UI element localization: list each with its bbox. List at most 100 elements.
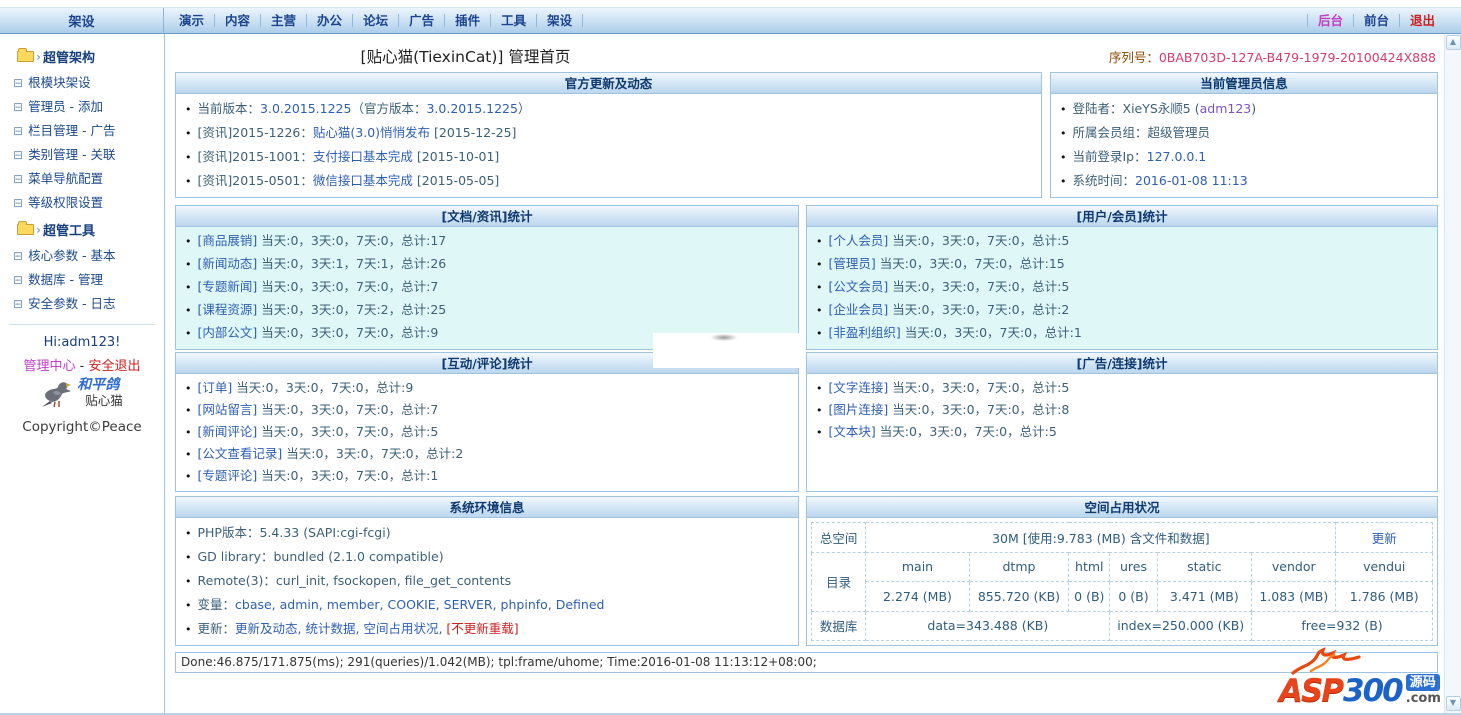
sidebar-tree: › 超管架构 ⊟ 根模块架设 ⊟ 管理员 - 添加 ⊟ 栏目管理 - 广告 ⊟ 类别管理 - 关联… — [0, 42, 164, 316]
link[interactable]: [商品展销] — [198, 233, 258, 248]
panel-user-stats: [用户/会员]统计 • [个人会员] 当天:0，3天:0，7天:0，总计:5 • [管… — [806, 205, 1438, 350]
safe-logout-link[interactable]: 安全退出 — [88, 359, 140, 374]
title-row: [贴心猫(TiexinCat)] 管理首页 序列号：0BAB703D-127A-… — [175, 42, 1438, 70]
top-right-link[interactable]: 前台 — [1352, 14, 1399, 27]
link[interactable]: [新闻评论] — [198, 424, 258, 439]
link[interactable]: 127.0.0.1 — [1147, 149, 1207, 164]
panel-header: [广告/连接]统计 — [807, 353, 1437, 374]
top-menu-item[interactable]: 广告 — [399, 14, 446, 27]
link[interactable]: 更新及动态 — [235, 621, 298, 636]
top-menu-item[interactable]: 工具 — [491, 14, 538, 27]
top-menu-item[interactable]: 论坛 — [353, 14, 400, 27]
text-segment: 当天:0，3天:0，7天:0，总计:5 — [888, 380, 1070, 395]
sidebar-group[interactable]: › 超管工具 — [0, 215, 164, 244]
link[interactable]: [企业会员] — [829, 302, 889, 317]
link[interactable]: adm123 — [1200, 101, 1252, 116]
logo-text: ASP 300 源码 .com — [1279, 674, 1441, 707]
sidebar-item[interactable]: ⊟ 核心参数 - 基本 — [0, 244, 164, 268]
brand-block: 和平鸽 贴心猫 — [9, 378, 155, 414]
link[interactable]: [公文查看记录] — [198, 446, 283, 461]
bullet-icon: • — [185, 304, 192, 317]
sidebar-item[interactable]: ⊟ 数据库 - 管理 — [0, 268, 164, 292]
sidebar-item-label: 栏目管理 - 广告 — [28, 123, 116, 138]
link[interactable]: 微信接口基本完成 — [313, 173, 413, 188]
bullet-icon: • — [816, 258, 823, 271]
sidebar-item[interactable]: ⊟ 菜单导航配置 — [0, 167, 164, 191]
sidebar-item[interactable]: ⊟ 类别管理 - 关联 — [0, 143, 164, 167]
link[interactable]: [公文会员] — [829, 279, 889, 294]
link[interactable]: [网站留言] — [198, 402, 258, 417]
total-space-label: 总空间 — [810, 522, 867, 553]
link[interactable]: [专题新闻] — [198, 279, 258, 294]
scroll-up-icon[interactable]: ▲ — [1445, 35, 1461, 50]
link[interactable]: [新闻动态] — [198, 256, 258, 271]
link[interactable]: 空间占用状况 — [363, 621, 438, 636]
link[interactable]: [管理员] — [829, 256, 876, 271]
text-segment: 当天:0，3天:0，7天:0，总计:5 — [257, 424, 439, 439]
link[interactable]: cbase, admin, member, COOKIE, SERVER, ph… — [235, 597, 604, 612]
link[interactable]: [订单] — [198, 380, 233, 395]
link[interactable]: [不更新重载] — [446, 621, 518, 636]
text-segment: 当天:0，3天:0，7天:0，总计:1 — [257, 468, 439, 483]
dir-name: main — [865, 551, 970, 582]
sidebar-item[interactable]: ⊟ 等级权限设置 — [0, 191, 164, 215]
top-right-link[interactable]: 后台 — [1306, 14, 1353, 27]
panel-body: • [个人会员] 当天:0，3天:0，7天:0，总计:5 • [管理员] 当天:0，3… — [807, 227, 1437, 349]
space-usage-table: 总空间 30M [使用:9.783 (MB) 含文件和数据] 更新 目录 main dtm… — [810, 522, 1433, 641]
vertical-scrollbar[interactable]: ▲ ▼ — [1444, 34, 1461, 713]
management-center-link[interactable]: 管理中心 — [24, 359, 76, 374]
sidebar-item[interactable]: ⊟ 栏目管理 - 广告 — [0, 119, 164, 143]
greeting-text: Hi:adm123! — [43, 335, 121, 350]
top-menu-item[interactable]: 主营 — [261, 14, 308, 27]
dir-size: 1.786 (MB) — [1335, 581, 1433, 612]
text-segment: 当前版本： — [197, 101, 261, 116]
link[interactable]: [内部公文] — [198, 325, 258, 340]
link[interactable]: [文字连接] — [829, 380, 889, 395]
sidebar: › 超管架构 ⊟ 根模块架设 ⊟ 管理员 - 添加 ⊟ 栏目管理 - 广告 ⊟ 类别管理 - 关联… — [0, 34, 165, 713]
list-item: • 所属会员组：超级管理员 — [1060, 121, 1429, 145]
sidebar-item[interactable]: ⊟ 根模块架设 — [0, 71, 164, 95]
text-segment: [资讯]2015-0501： — [197, 173, 313, 188]
sidebar-group-label: 超管工具 — [42, 224, 95, 239]
link[interactable]: 贴心猫(3.0)悄悄发布 — [313, 125, 430, 140]
sidebar-item-label: 管理员 - 添加 — [28, 99, 104, 114]
panel-header: 系统环境信息 — [176, 497, 798, 518]
page-title: [贴心猫(TiexinCat)] 管理首页 — [360, 48, 571, 66]
sidebar-item-label: 安全参数 - 日志 — [28, 296, 116, 311]
top-menu-item[interactable]: 内容 — [215, 14, 262, 27]
link[interactable]: 统计数据 — [305, 621, 355, 636]
dir-name: vendui — [1335, 551, 1433, 582]
link[interactable]: 2016-01-08 11:13 — [1135, 173, 1248, 188]
link[interactable]: [图片连接] — [829, 402, 889, 417]
total-space-value: 30M [使用:9.783 (MB) 含文件和数据] — [865, 522, 1337, 553]
sidebar-group[interactable]: › 超管架构 — [0, 42, 164, 71]
text-segment: 登陆者：XieYS永顺5 ( — [1072, 101, 1200, 116]
dir-size: 3.471 (MB) — [1156, 581, 1253, 612]
text-segment: 所属会员组：超级管理员 — [1072, 125, 1211, 140]
refresh-link[interactable]: 更新 — [1335, 522, 1433, 553]
sidebar-item[interactable]: ⊟ 管理员 - 添加 — [0, 95, 164, 119]
caret-icon: › — [36, 222, 41, 237]
text-segment: 当前登录Ip： — [1072, 149, 1147, 164]
top-right-link[interactable]: 退出 — [1398, 14, 1445, 27]
list-item: • [新闻评论] 当天:0，3天:0，7天:0，总计:5 — [185, 421, 790, 443]
link[interactable]: [个人会员] — [829, 233, 889, 248]
brand-name: 贴心猫 — [85, 393, 123, 408]
top-menu-item[interactable]: 架设 — [537, 14, 584, 27]
sidebar-item[interactable]: ⊟ 安全参数 - 日志 — [0, 292, 164, 316]
top-menu-item[interactable]: 办公 — [307, 14, 354, 27]
link[interactable]: [专题评论] — [198, 468, 258, 483]
link[interactable]: [文本块] — [829, 424, 876, 439]
text-segment: 当天:0，3天:0，7天:0，总计:2 — [888, 302, 1070, 317]
dir-size: 2.274 (MB) — [865, 581, 970, 612]
link[interactable]: [非盈利组织] — [829, 325, 901, 340]
link[interactable]: [课程资源] — [198, 302, 258, 317]
top-menu-item[interactable]: 演示 — [169, 14, 216, 27]
panel-body: 总空间 30M [使用:9.783 (MB) 含文件和数据] 更新 目录 main dtm… — [807, 518, 1437, 645]
status-bar: Done:46.875/171.875(ms); 291(queries)/1.… — [175, 652, 1438, 673]
link[interactable]: 3.0.2015.1225 — [260, 101, 351, 116]
top-menu-item[interactable]: 插件 — [445, 14, 492, 27]
link[interactable]: 3.0.2015.1225 — [426, 101, 517, 116]
link[interactable]: 支付接口基本完成 — [313, 149, 413, 164]
panel-comment-stats: [互动/评论]统计 • [订单] 当天:0，3天:0，7天:0，总计:9 • [网站留… — [175, 352, 799, 492]
